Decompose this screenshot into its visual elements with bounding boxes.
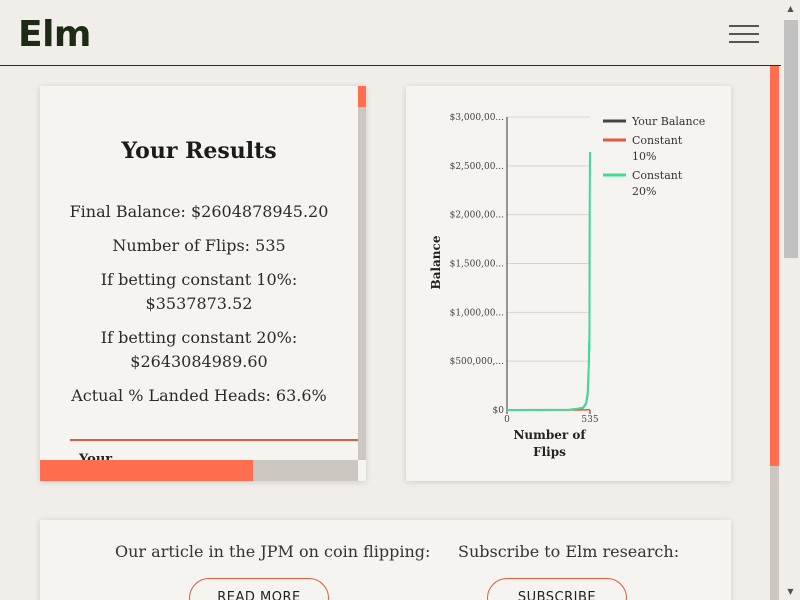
results-divider <box>70 439 358 441</box>
y-tick-label: $1,000,00... <box>450 308 505 318</box>
subscribe-button[interactable]: SUBSCRIBE <box>487 578 627 600</box>
constant-20-label: If betting constant 20%: <box>100 328 298 347</box>
y-tick-label: $2,500,00... <box>450 162 505 172</box>
number-of-flips: Number of Flips: 535 <box>112 236 286 255</box>
links-panel: Our article in the JPM on coin flipping:… <box>40 520 731 600</box>
landed-heads: Actual % Landed Heads: 63.6% <box>71 386 327 405</box>
progress-indicator <box>770 66 779 466</box>
legend-label: Constant <box>632 134 683 147</box>
legend-label: Your Balance <box>631 115 705 128</box>
hamburger-menu-icon[interactable] <box>729 25 759 43</box>
series-line-0 <box>506 155 591 411</box>
results-panel: Your Results Final Balance: $2604878945.… <box>40 86 366 481</box>
y-tick-label: $3,000,00... <box>450 113 505 123</box>
balance-chart-panel: $0 $500,000,... $1,000,00... $1,500,00... $2… <box>406 86 731 481</box>
results-vertical-scrollbar[interactable] <box>358 86 366 460</box>
balance-chart: $0 $500,000,... $1,000,00... $1,500,00... $2… <box>429 113 705 459</box>
scroll-up-arrow-icon[interactable]: ▲ <box>781 0 800 17</box>
y-tick-label: $1,500,00... <box>450 260 505 270</box>
y-tick-label: $500,000,... <box>450 357 505 367</box>
results-title: Your Results <box>121 138 277 164</box>
series-line-2 <box>506 151 591 411</box>
y-axis-label: Balance <box>429 235 443 289</box>
results-horizontal-scroll-thumb[interactable] <box>40 460 253 481</box>
scroll-down-arrow-icon[interactable]: ▼ <box>781 583 800 600</box>
final-balance: Final Balance: $2604878945.20 <box>69 202 329 221</box>
x-axis-label-line2: Flips <box>533 445 566 459</box>
article-text: Our article in the JPM on coin flipping: <box>115 542 431 561</box>
constant-20-value: $2643084989.60 <box>130 352 268 371</box>
results-horizontal-scrollbar[interactable] <box>40 460 358 481</box>
x-axis-label: Number of <box>513 428 586 442</box>
site-header: Elm <box>0 0 781 66</box>
y-tick-label: $2,000,00... <box>450 211 505 221</box>
x-tick-label: 535 <box>581 415 598 425</box>
legend-label: Constant <box>632 169 683 182</box>
legend-label: 10% <box>632 150 656 163</box>
constant-10-label: If betting constant 10%: <box>100 270 298 289</box>
y-tick-label: $0 <box>493 406 505 416</box>
results-vertical-scroll-thumb[interactable] <box>358 86 366 107</box>
legend-label: 20% <box>632 185 656 198</box>
read-more-button[interactable]: READ MORE <box>189 578 329 600</box>
x-tick-label: 0 <box>504 415 510 425</box>
page-scroll-thumb[interactable] <box>784 20 798 258</box>
constant-10-value: $3537873.52 <box>145 294 253 313</box>
elm-logo[interactable]: Elm <box>18 14 91 55</box>
subscribe-text: Subscribe to Elm research: <box>458 542 680 561</box>
